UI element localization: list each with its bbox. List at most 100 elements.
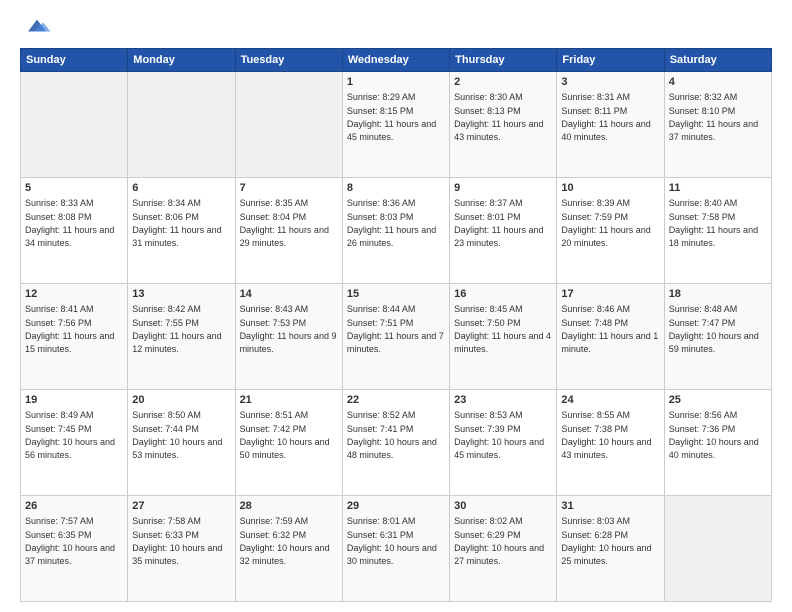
- calendar-cell: 13Sunrise: 8:42 AM Sunset: 7:55 PM Dayli…: [128, 284, 235, 390]
- day-number: 18: [669, 287, 767, 302]
- calendar-day-header: Wednesday: [342, 49, 449, 72]
- calendar-cell: 10 Sunrise: 8:39 AM Sunset: 7:59 PM Dayli…: [557, 178, 664, 284]
- day-info: Sunrise: 8:46 AM Sunset: 7:48 PM Dayligh…: [561, 304, 658, 354]
- day-info: Sunrise: 8:39 AM Sunset: 7:59 PM Dayligh…: [561, 198, 650, 248]
- day-number: 31: [561, 499, 659, 514]
- day-number: 12: [25, 287, 123, 302]
- day-info: Sunrise: 8:29 AM Sunset: 8:15 PM Dayligh…: [347, 92, 436, 142]
- day-number: 20: [132, 393, 230, 408]
- day-number: 5: [25, 181, 123, 196]
- day-number: 19: [25, 393, 123, 408]
- day-info: Sunrise: 8:31 AM Sunset: 8:11 PM Dayligh…: [561, 92, 650, 142]
- day-info: Sunrise: 8:51 AM Sunset: 7:42 PM Dayligh…: [240, 410, 330, 460]
- calendar-cell: 22 Sunrise: 8:52 AM Sunset: 7:41 PM Dayli…: [342, 390, 449, 496]
- calendar-day-header: Monday: [128, 49, 235, 72]
- calendar-cell: 27 Sunrise: 7:58 AM Sunset: 6:33 PM Dayli…: [128, 496, 235, 602]
- day-number: 25: [669, 393, 767, 408]
- header: [20, 16, 772, 38]
- day-number: 9: [454, 181, 552, 196]
- day-info: Sunrise: 8:43 AM Sunset: 7:53 PM Dayligh…: [240, 304, 337, 354]
- day-info: Sunrise: 8:02 AM Sunset: 6:29 PM Dayligh…: [454, 516, 544, 566]
- day-info: Sunrise: 8:36 AM Sunset: 8:03 PM Dayligh…: [347, 198, 436, 248]
- day-number: 17: [561, 287, 659, 302]
- calendar-day-header: Saturday: [664, 49, 771, 72]
- calendar-week-row: 5 Sunrise: 8:33 AM Sunset: 8:08 PM Daylig…: [21, 178, 772, 284]
- calendar-cell: 12 Sunrise: 8:41 AM Sunset: 7:56 PM Dayli…: [21, 284, 128, 390]
- day-info: Sunrise: 8:03 AM Sunset: 6:28 PM Dayligh…: [561, 516, 651, 566]
- day-number: 22: [347, 393, 445, 408]
- day-number: 2: [454, 75, 552, 90]
- calendar-cell: 14 Sunrise: 8:43 AM Sunset: 7:53 PM Dayli…: [235, 284, 342, 390]
- day-info: Sunrise: 8:45 AM Sunset: 7:50 PM Dayligh…: [454, 304, 551, 354]
- calendar-week-row: 26Sunrise: 7:57 AM Sunset: 6:35 PM Dayli…: [21, 496, 772, 602]
- day-info: Sunrise: 8:55 AM Sunset: 7:38 PM Dayligh…: [561, 410, 651, 460]
- day-info: Sunrise: 8:41 AM Sunset: 7:56 PM Dayligh…: [25, 304, 114, 354]
- calendar-cell: 29Sunrise: 8:01 AM Sunset: 6:31 PM Dayli…: [342, 496, 449, 602]
- day-number: 6: [132, 181, 230, 196]
- calendar: SundayMondayTuesdayWednesdayThursdayFrid…: [20, 48, 772, 602]
- day-number: 4: [669, 75, 767, 90]
- day-number: 3: [561, 75, 659, 90]
- day-info: Sunrise: 8:48 AM Sunset: 7:47 PM Dayligh…: [669, 304, 759, 354]
- day-number: 28: [240, 499, 338, 514]
- day-number: 7: [240, 181, 338, 196]
- day-info: Sunrise: 8:56 AM Sunset: 7:36 PM Dayligh…: [669, 410, 759, 460]
- calendar-cell: 11Sunrise: 8:40 AM Sunset: 7:58 PM Dayli…: [664, 178, 771, 284]
- day-info: Sunrise: 8:53 AM Sunset: 7:39 PM Dayligh…: [454, 410, 544, 460]
- day-info: Sunrise: 7:59 AM Sunset: 6:32 PM Dayligh…: [240, 516, 330, 566]
- calendar-cell: 4 Sunrise: 8:32 AM Sunset: 8:10 PM Daylig…: [664, 72, 771, 178]
- logo-icon: [22, 16, 52, 38]
- calendar-cell: 3 Sunrise: 8:31 AM Sunset: 8:11 PM Daylig…: [557, 72, 664, 178]
- calendar-week-row: 1 Sunrise: 8:29 AM Sunset: 8:15 PM Daylig…: [21, 72, 772, 178]
- day-number: 10: [561, 181, 659, 196]
- calendar-cell: [235, 72, 342, 178]
- day-number: 14: [240, 287, 338, 302]
- calendar-cell: 5 Sunrise: 8:33 AM Sunset: 8:08 PM Daylig…: [21, 178, 128, 284]
- calendar-day-header: Thursday: [450, 49, 557, 72]
- day-info: Sunrise: 8:50 AM Sunset: 7:44 PM Dayligh…: [132, 410, 222, 460]
- calendar-cell: 15Sunrise: 8:44 AM Sunset: 7:51 PM Dayli…: [342, 284, 449, 390]
- calendar-cell: 20 Sunrise: 8:50 AM Sunset: 7:44 PM Dayli…: [128, 390, 235, 496]
- day-info: Sunrise: 8:30 AM Sunset: 8:13 PM Dayligh…: [454, 92, 543, 142]
- calendar-day-header: Friday: [557, 49, 664, 72]
- day-info: Sunrise: 8:52 AM Sunset: 7:41 PM Dayligh…: [347, 410, 437, 460]
- day-info: Sunrise: 8:33 AM Sunset: 8:08 PM Dayligh…: [25, 198, 114, 248]
- calendar-cell: [21, 72, 128, 178]
- day-number: 23: [454, 393, 552, 408]
- calendar-cell: 2 Sunrise: 8:30 AM Sunset: 8:13 PM Daylig…: [450, 72, 557, 178]
- day-number: 24: [561, 393, 659, 408]
- day-info: Sunrise: 7:58 AM Sunset: 6:33 PM Dayligh…: [132, 516, 222, 566]
- calendar-week-row: 19Sunrise: 8:49 AM Sunset: 7:45 PM Dayli…: [21, 390, 772, 496]
- day-info: Sunrise: 8:37 AM Sunset: 8:01 PM Dayligh…: [454, 198, 543, 248]
- calendar-cell: 6 Sunrise: 8:34 AM Sunset: 8:06 PM Daylig…: [128, 178, 235, 284]
- calendar-day-header: Tuesday: [235, 49, 342, 72]
- page: SundayMondayTuesdayWednesdayThursdayFrid…: [0, 0, 792, 612]
- calendar-header-row: SundayMondayTuesdayWednesdayThursdayFrid…: [21, 49, 772, 72]
- calendar-cell: 25 Sunrise: 8:56 AM Sunset: 7:36 PM Dayli…: [664, 390, 771, 496]
- day-info: Sunrise: 8:32 AM Sunset: 8:10 PM Dayligh…: [669, 92, 758, 142]
- day-number: 13: [132, 287, 230, 302]
- day-number: 26: [25, 499, 123, 514]
- day-number: 1: [347, 75, 445, 90]
- day-info: Sunrise: 8:40 AM Sunset: 7:58 PM Dayligh…: [669, 198, 758, 248]
- calendar-cell: 9 Sunrise: 8:37 AM Sunset: 8:01 PM Daylig…: [450, 178, 557, 284]
- calendar-cell: 21 Sunrise: 8:51 AM Sunset: 7:42 PM Dayli…: [235, 390, 342, 496]
- calendar-cell: [664, 496, 771, 602]
- day-number: 30: [454, 499, 552, 514]
- calendar-cell: 16Sunrise: 8:45 AM Sunset: 7:50 PM Dayli…: [450, 284, 557, 390]
- day-number: 15: [347, 287, 445, 302]
- calendar-cell: 1 Sunrise: 8:29 AM Sunset: 8:15 PM Daylig…: [342, 72, 449, 178]
- calendar-cell: [128, 72, 235, 178]
- calendar-cell: 24 Sunrise: 8:55 AM Sunset: 7:38 PM Dayli…: [557, 390, 664, 496]
- logo: [20, 16, 52, 38]
- calendar-cell: 7 Sunrise: 8:35 AM Sunset: 8:04 PM Daylig…: [235, 178, 342, 284]
- day-info: Sunrise: 8:35 AM Sunset: 8:04 PM Dayligh…: [240, 198, 329, 248]
- day-number: 21: [240, 393, 338, 408]
- day-info: Sunrise: 8:34 AM Sunset: 8:06 PM Dayligh…: [132, 198, 221, 248]
- calendar-week-row: 12 Sunrise: 8:41 AM Sunset: 7:56 PM Dayli…: [21, 284, 772, 390]
- calendar-cell: 23 Sunrise: 8:53 AM Sunset: 7:39 PM Dayli…: [450, 390, 557, 496]
- day-number: 8: [347, 181, 445, 196]
- day-number: 27: [132, 499, 230, 514]
- calendar-cell: 18 Sunrise: 8:48 AM Sunset: 7:47 PM Dayli…: [664, 284, 771, 390]
- calendar-cell: 17 Sunrise: 8:46 AM Sunset: 7:48 PM Dayli…: [557, 284, 664, 390]
